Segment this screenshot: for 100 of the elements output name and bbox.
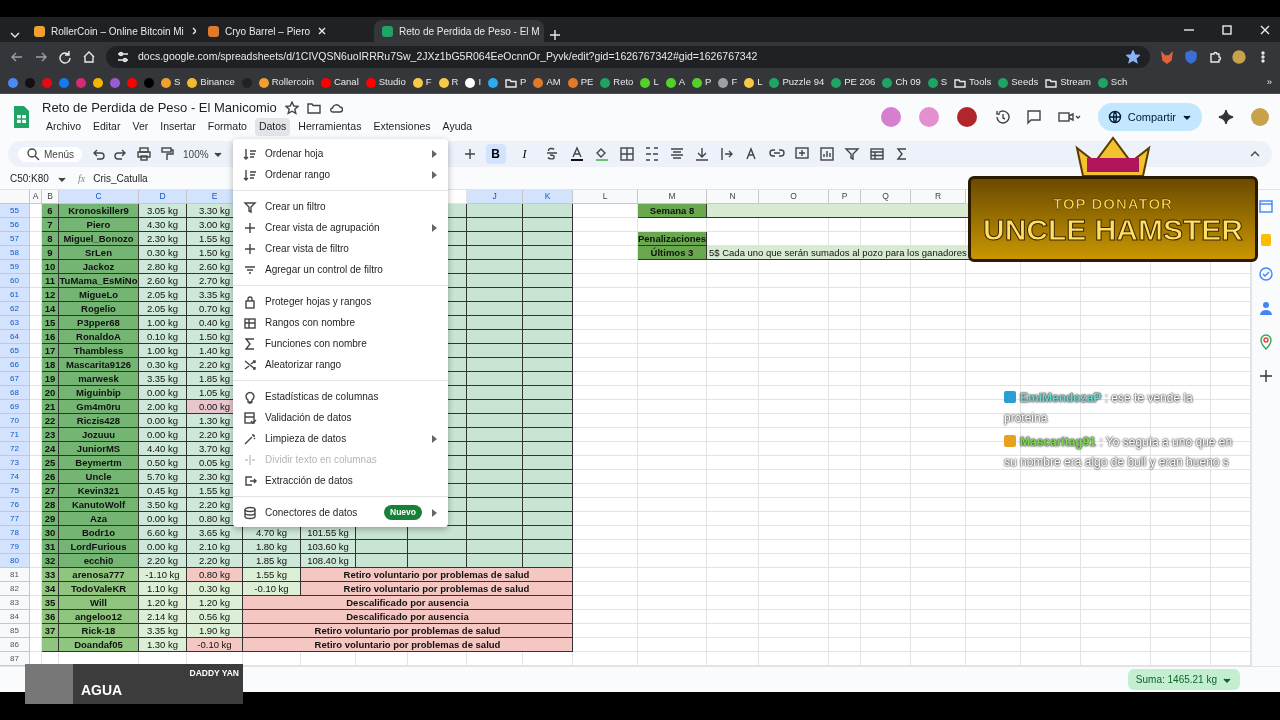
menu-item[interactable]: Extensiones: [369, 117, 435, 136]
bookmark[interactable]: F: [718, 75, 738, 90]
row-number[interactable]: 59: [0, 260, 30, 274]
merge-cells-icon[interactable]: [643, 146, 660, 162]
text-wrap-icon[interactable]: [718, 146, 735, 162]
home-icon[interactable]: [82, 50, 96, 64]
menu-item[interactable]: Ayuda: [438, 117, 477, 136]
vertical-align-icon[interactable]: [693, 146, 710, 162]
bookmark-icon[interactable]: [8, 77, 18, 88]
row-number[interactable]: 74: [0, 470, 30, 484]
menu-item[interactable]: Herramientas: [294, 117, 366, 136]
bookmark[interactable]: Reto: [600, 75, 634, 90]
bookmark[interactable]: A: [665, 75, 686, 90]
column-header[interactable]: B: [42, 190, 59, 204]
bookmark[interactable]: Canal: [320, 75, 359, 90]
bookmark-star-icon[interactable]: [1126, 50, 1140, 64]
row-number[interactable]: 83: [0, 596, 30, 610]
puzzle-icon[interactable]: [1208, 50, 1222, 64]
avatar-icon[interactable]: [955, 106, 978, 128]
browser-tab[interactable]: RollerCoin – Online Bitcoin Mi: [26, 20, 196, 42]
column-header[interactable]: D: [139, 190, 187, 204]
row-number[interactable]: 64: [0, 330, 30, 344]
row-number[interactable]: 58: [0, 246, 30, 260]
zoom-select[interactable]: 100%: [183, 146, 223, 162]
restore-icon[interactable]: [1220, 22, 1234, 37]
forward-icon[interactable]: [34, 50, 48, 64]
row-number[interactable]: 72: [0, 442, 30, 456]
plus-icon[interactable]: [462, 147, 477, 161]
site-info-icon[interactable]: [116, 50, 130, 64]
menu-option[interactable]: Ordenar hoja: [233, 143, 448, 164]
back-icon[interactable]: [10, 50, 24, 64]
name-box[interactable]: C50:K80: [10, 171, 70, 186]
column-header[interactable]: A: [30, 190, 42, 204]
menu-item[interactable]: Formato: [203, 117, 251, 136]
row-number[interactable]: 78: [0, 526, 30, 540]
sum-indicator[interactable]: Suma: 1465.21 kg: [1127, 669, 1240, 690]
text-color-icon[interactable]: [568, 146, 585, 162]
column-header[interactable]: O: [759, 190, 829, 204]
bookmark[interactable]: S: [927, 75, 948, 90]
row-number[interactable]: 80: [0, 554, 30, 568]
bold-button[interactable]: B: [485, 144, 506, 164]
row-number[interactable]: 69: [0, 400, 30, 414]
row-number[interactable]: 71: [0, 428, 30, 442]
bookmark[interactable]: R: [438, 75, 459, 90]
row-number[interactable]: 77: [0, 512, 30, 526]
bookmark[interactable]: Puzzle 94: [769, 75, 825, 90]
bookmark[interactable]: L: [744, 75, 763, 90]
bookmark[interactable]: AM: [533, 75, 561, 90]
formula-field[interactable]: Cris_Catulla: [93, 171, 148, 186]
paint-format-icon[interactable]: [160, 147, 174, 161]
bookmark[interactable]: Rollercoin: [258, 75, 314, 90]
contacts-icon[interactable]: [1258, 300, 1274, 316]
row-number[interactable]: 84: [0, 610, 30, 624]
bookmark[interactable]: Stream: [1045, 75, 1091, 90]
column-header[interactable]: M: [638, 190, 707, 204]
bookmark-icon[interactable]: [488, 77, 499, 88]
italic-button[interactable]: I: [514, 144, 535, 164]
row-number[interactable]: 66: [0, 358, 30, 372]
row-number[interactable]: 76: [0, 498, 30, 512]
fox-extension-icon[interactable]: [1160, 50, 1174, 64]
bookmark[interactable]: PE: [567, 75, 594, 90]
bookmark-icon[interactable]: [93, 77, 103, 88]
bookmark[interactable]: Tools: [954, 75, 992, 90]
bookmark[interactable]: P: [505, 75, 527, 90]
row-number[interactable]: 60: [0, 274, 30, 288]
document-title[interactable]: Reto de Perdida de Peso - El Manicomio: [42, 98, 277, 118]
row-number[interactable]: 65: [0, 344, 30, 358]
reload-icon[interactable]: [58, 50, 72, 64]
fill-color-icon[interactable]: [593, 146, 610, 162]
menu-item[interactable]: Archivo: [42, 117, 85, 136]
row-number[interactable]: 81: [0, 568, 30, 582]
menu-option[interactable]: Ordenar rango: [233, 164, 448, 185]
row-number[interactable]: 86: [0, 638, 30, 652]
address-field[interactable]: docs.google.com/spreadsheets/d/1CIVQSN6uoIRRRu7Sw_2JXz1bG5R064EeOcnnOr_Pyvk/edit?gid=1626767342#gid=1626767342: [106, 46, 1150, 68]
bookmark[interactable]: Seeds: [998, 75, 1039, 90]
add-comment-icon[interactable]: [793, 146, 810, 162]
share-button[interactable]: Compartir: [1097, 103, 1202, 131]
bookmark[interactable]: P: [692, 75, 712, 90]
menu-item[interactable]: Datos: [254, 117, 291, 136]
video-call-icon[interactable]: [1057, 109, 1082, 125]
column-header[interactable]: P: [829, 190, 861, 204]
column-header[interactable]: L: [573, 190, 638, 204]
row-number[interactable]: 67: [0, 372, 30, 386]
column-header[interactable]: R: [911, 190, 966, 204]
menu-item[interactable]: Editar: [89, 117, 125, 136]
row-number[interactable]: 57: [0, 232, 30, 246]
row-number[interactable]: 55: [0, 204, 30, 218]
tasks-icon[interactable]: [1258, 266, 1274, 282]
row-number[interactable]: 87: [0, 652, 30, 666]
bookmark[interactable]: I: [465, 75, 482, 90]
row-number[interactable]: 63: [0, 316, 30, 330]
comment-icon[interactable]: [1025, 109, 1042, 125]
column-header[interactable]: N: [707, 190, 759, 204]
redo-icon[interactable]: [114, 147, 128, 161]
bookmark[interactable]: PE 206: [831, 75, 876, 90]
menu-item[interactable]: Ver: [128, 117, 153, 136]
new-tab-icon[interactable]: [548, 28, 562, 42]
row-number[interactable]: 56: [0, 218, 30, 232]
column-header[interactable]: C: [59, 190, 139, 204]
align-icon[interactable]: [668, 146, 685, 162]
